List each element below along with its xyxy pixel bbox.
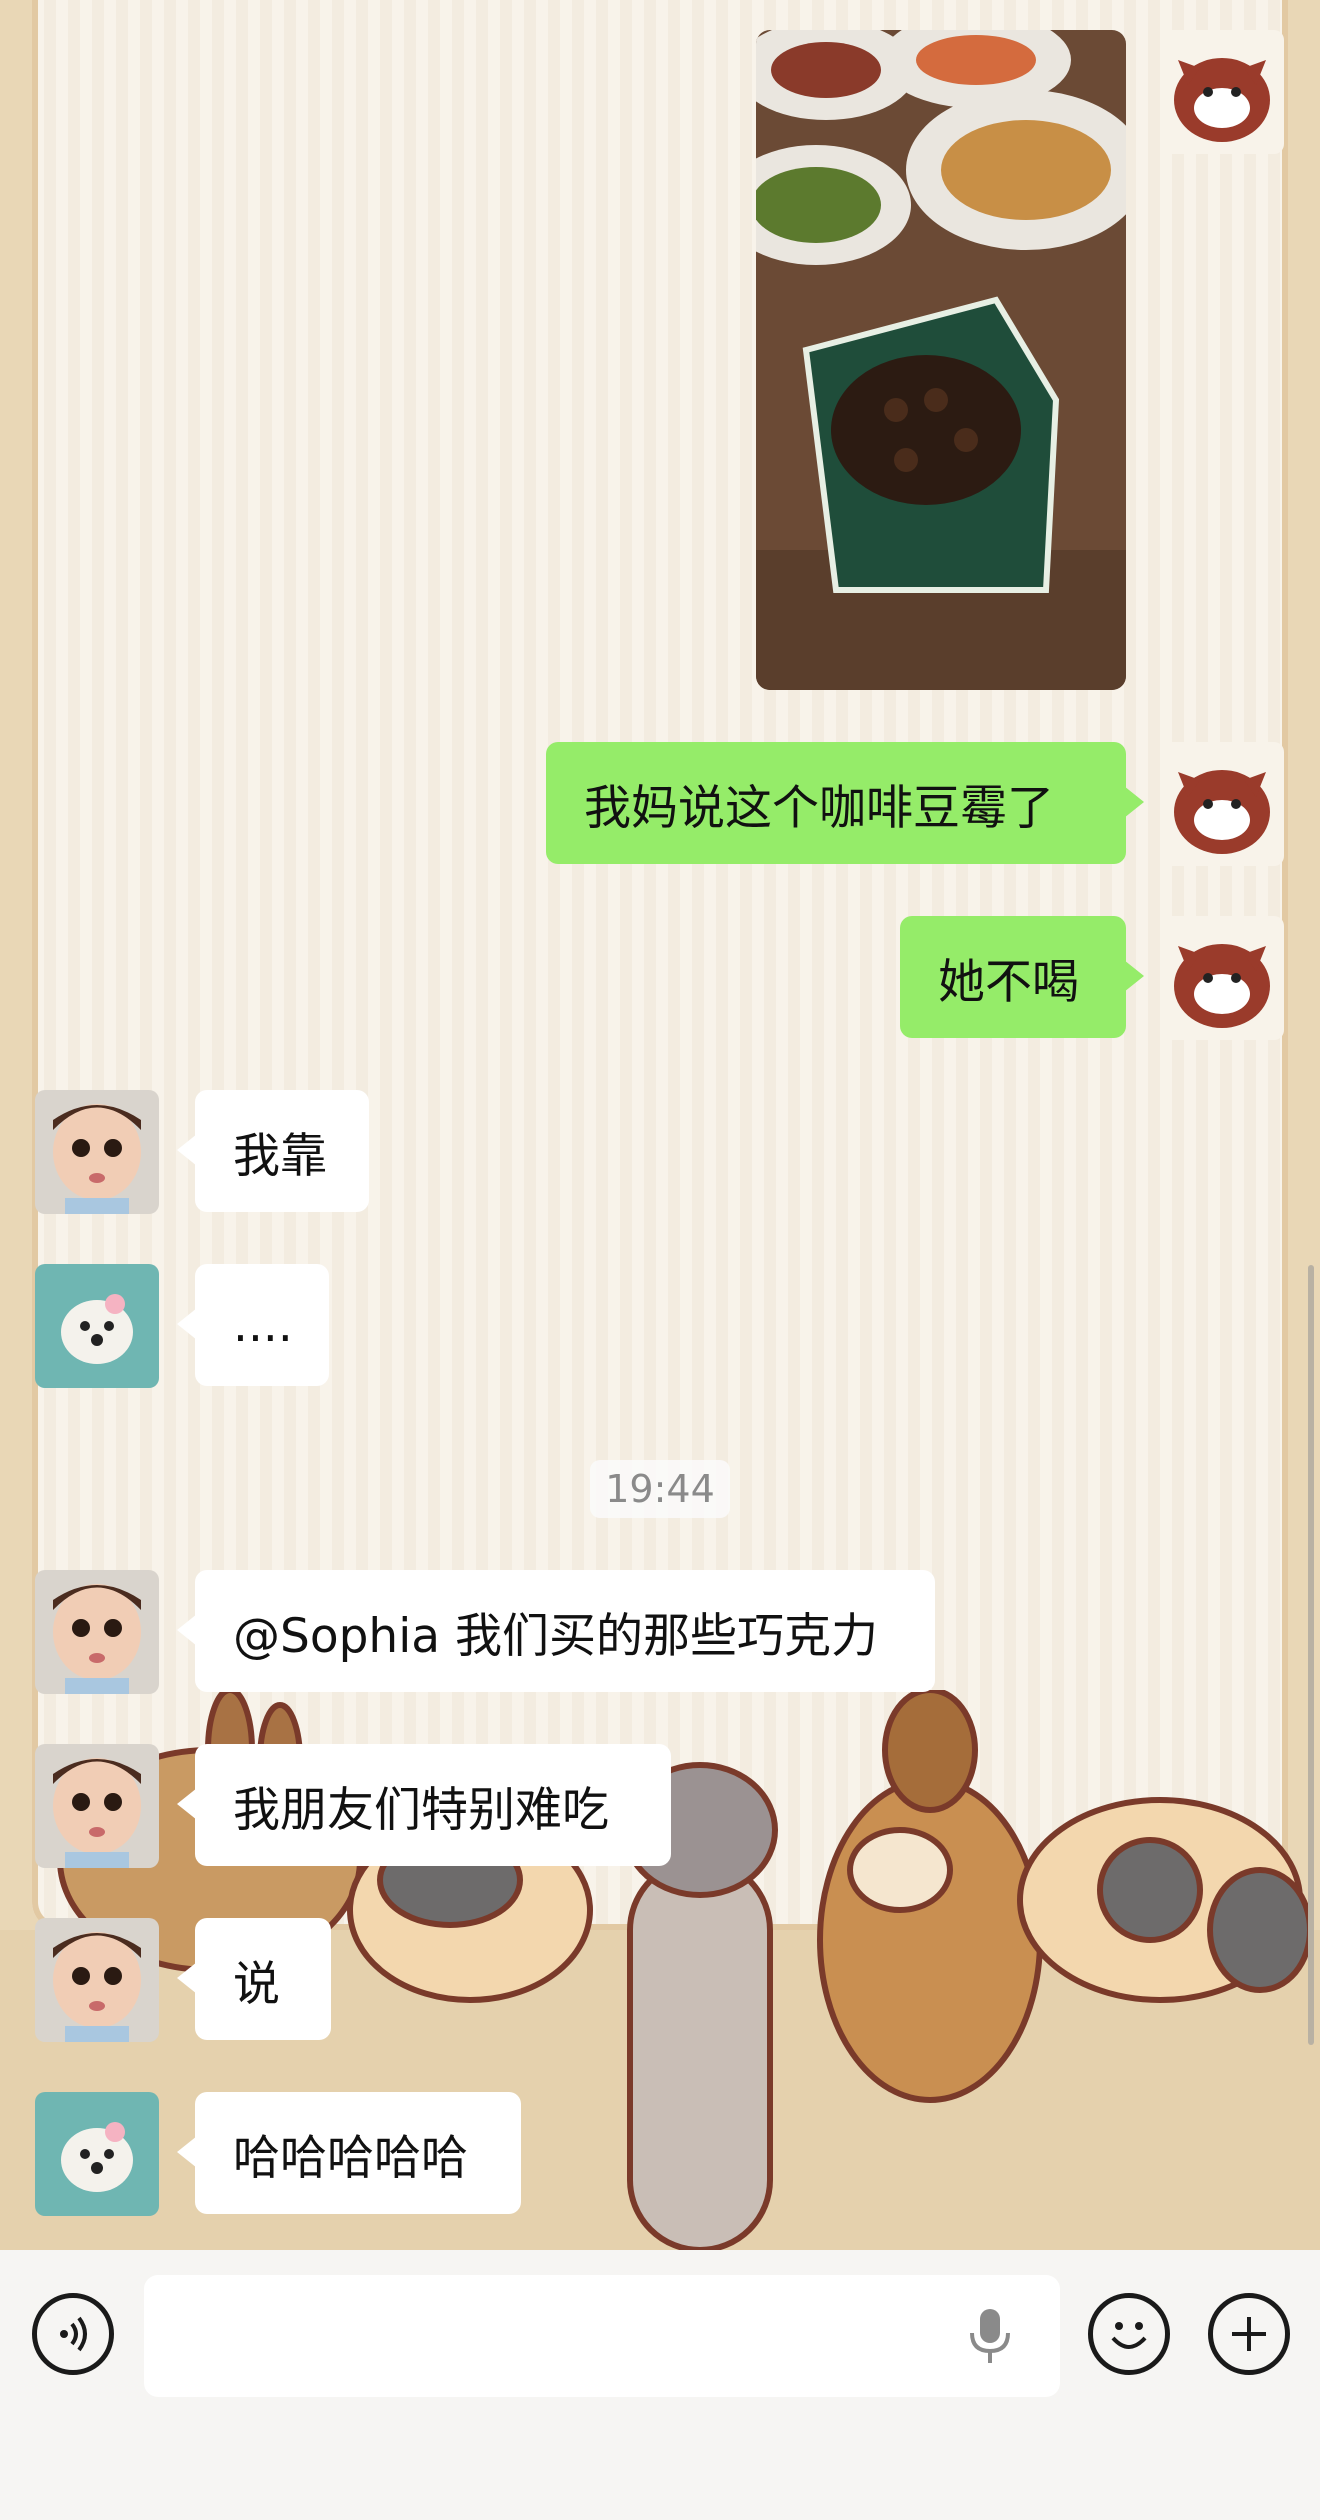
received-message-bubble[interactable]: 我靠: [177, 1090, 369, 1212]
sound-wave-icon: [60, 2316, 87, 2352]
message-text: ....: [233, 1297, 293, 1353]
message-text: 我朋友们特别难吃: [233, 1782, 609, 1838]
message-text: 说: [233, 1956, 280, 2012]
voice-mode-icon[interactable]: [32, 2293, 114, 2375]
received-message-bubble[interactable]: 说: [177, 1918, 331, 2040]
sent-message-bubble[interactable]: 我妈说这个咖啡豆霉了: [546, 742, 1144, 864]
message-text: @Sophia 我们买的那些巧克力: [233, 1608, 879, 1664]
microphone-icon[interactable]: [960, 2305, 1020, 2367]
message-input[interactable]: [144, 2275, 1060, 2397]
dog-avatar[interactable]: [35, 1264, 159, 1388]
message-text: 我妈说这个咖啡豆霉了: [584, 780, 1054, 836]
baby-avatar[interactable]: [35, 1744, 159, 1868]
scrollbar[interactable]: [1308, 1265, 1314, 2045]
received-message-bubble[interactable]: 哈哈哈哈哈: [177, 2092, 521, 2214]
my-avatar[interactable]: [1160, 916, 1284, 1040]
sent-message-bubble[interactable]: 她不喝: [900, 916, 1144, 1038]
baby-avatar[interactable]: [35, 1090, 159, 1214]
message-text: 我靠: [233, 1128, 327, 1184]
received-message-bubble[interactable]: ....: [177, 1264, 329, 1386]
received-message-bubble[interactable]: @Sophia 我们买的那些巧克力: [177, 1570, 935, 1692]
plus-icon[interactable]: [1208, 2293, 1290, 2375]
smiley-face-icon: [1111, 2322, 1147, 2349]
message-text: 她不喝: [938, 954, 1079, 1010]
message-text: 哈哈哈哈哈: [233, 2130, 468, 2186]
dog-avatar[interactable]: [35, 2092, 159, 2216]
received-message-bubble[interactable]: 我朋友们特别难吃: [177, 1744, 671, 1866]
baby-avatar[interactable]: [35, 1918, 159, 2042]
my-avatar[interactable]: [1160, 30, 1284, 154]
my-avatar[interactable]: [1160, 742, 1284, 866]
emoji-icon[interactable]: [1088, 2293, 1170, 2375]
baby-avatar[interactable]: [35, 1570, 159, 1694]
image-message[interactable]: [756, 30, 1126, 690]
message-timestamp: 19:44: [590, 1460, 730, 1518]
photo-coffee-beans: [756, 30, 1126, 690]
add-icon: [1232, 2317, 1266, 2351]
